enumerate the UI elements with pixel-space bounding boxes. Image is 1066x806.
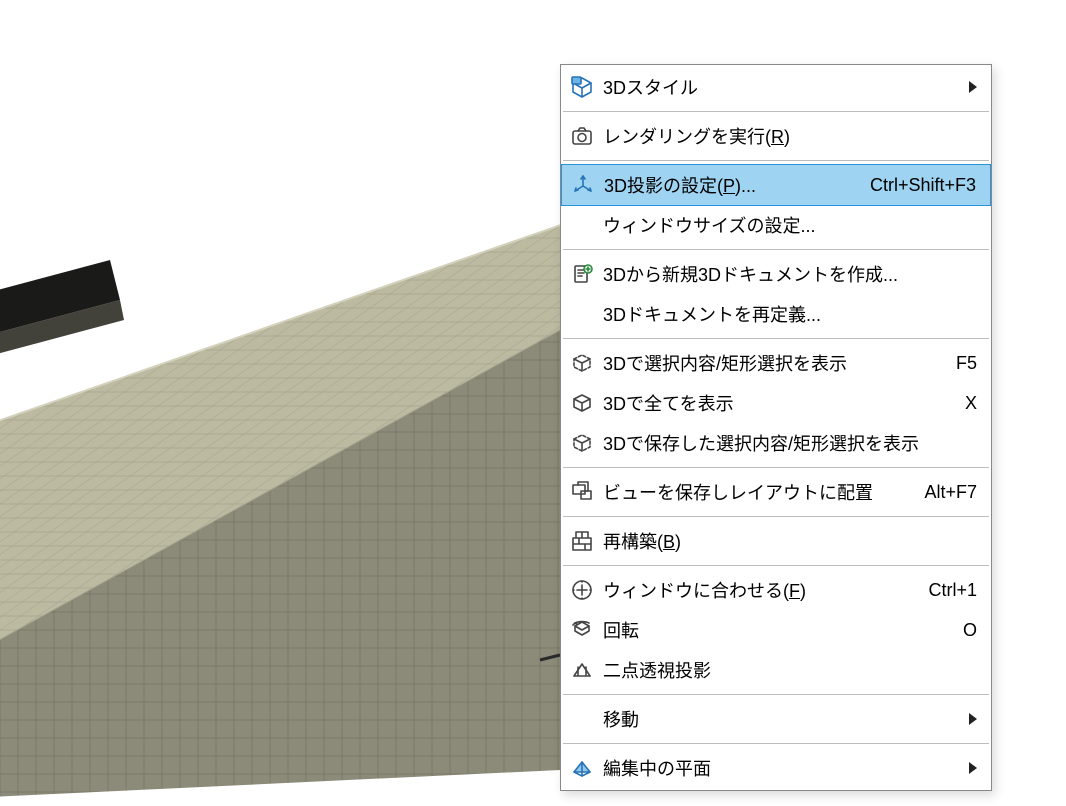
menu-item-showall[interactable]: 3Dで全てを表示X <box>561 383 991 423</box>
menu-item-shortcut: X <box>947 393 977 414</box>
menu-separator <box>563 516 989 517</box>
menu-item-style[interactable]: 3Dスタイル <box>561 67 991 107</box>
menu-item-label: 3Dドキュメントを再定義... <box>603 301 977 327</box>
menu-item-label: 二点透視投影 <box>603 657 977 683</box>
menu-separator <box>563 694 989 695</box>
menu-separator <box>563 467 989 468</box>
cube-icon <box>569 390 595 416</box>
menu-item-winsize[interactable]: ウィンドウサイズの設定... <box>561 205 991 245</box>
menu-item-label: 編集中の平面 <box>603 755 959 781</box>
layout-icon <box>569 479 595 505</box>
menu-item-label: 3Dから新規3Dドキュメントを作成... <box>603 261 977 287</box>
menu-item-redoc[interactable]: 3Dドキュメントを再定義... <box>561 294 991 334</box>
perspective-icon <box>569 657 595 683</box>
menu-item-proj[interactable]: 3D投影の設定(P)...Ctrl+Shift+F3 <box>561 164 991 206</box>
menu-separator <box>563 249 989 250</box>
bricks-icon <box>569 528 595 554</box>
menu-item-rebuild[interactable]: 再構築(B) <box>561 521 991 561</box>
menu-item-label: 3Dスタイル <box>603 74 959 100</box>
menu-separator <box>563 160 989 161</box>
menu-item-shortcut: O <box>945 620 977 641</box>
menu-item-shortcut: Alt+F7 <box>906 482 977 503</box>
menu-item-label: ビューを保存しレイアウトに配置 <box>603 479 906 505</box>
menu-item-label: 再構築(B) <box>603 528 977 554</box>
menu-item-newdoc[interactable]: 3Dから新規3Dドキュメントを作成... <box>561 254 991 294</box>
menu-separator <box>563 565 989 566</box>
menu-item-label: 3Dで全てを表示 <box>603 390 947 416</box>
doc-plus-icon <box>569 261 595 287</box>
menu-item-saveview[interactable]: ビューを保存しレイアウトに配置Alt+F7 <box>561 472 991 512</box>
menu-item-label: 3D投影の設定(P)... <box>604 172 852 198</box>
context-menu: 3Dスタイルレンダリングを実行(R) 3D投影の設定(P)...Ctrl+Shif… <box>560 64 992 791</box>
menu-item-label: 移動 <box>603 706 959 732</box>
menu-item-render[interactable]: レンダリングを実行(R) <box>561 116 991 156</box>
menu-item-showsaved[interactable]: 3Dで保存した選択内容/矩形選択を表示 <box>561 423 991 463</box>
menu-item-twopoint[interactable]: 二点透視投影 <box>561 650 991 690</box>
menu-item-label: 3Dで選択内容/矩形選択を表示 <box>603 350 938 376</box>
submenu-arrow-icon <box>969 77 977 98</box>
camera-icon <box>569 123 595 149</box>
menu-item-shortcut: Ctrl+1 <box>910 580 977 601</box>
menu-item-label: 回転 <box>603 617 945 643</box>
menu-item-label: 3Dで保存した選択内容/矩形選択を表示 <box>603 430 977 456</box>
blank-icon <box>569 706 595 732</box>
menu-item-shortcut: F5 <box>938 353 977 374</box>
blank-icon <box>569 301 595 327</box>
cube-dashed-icon <box>569 350 595 376</box>
menu-item-showsel[interactable]: 3Dで選択内容/矩形選択を表示F5 <box>561 343 991 383</box>
axes-icon <box>570 172 596 198</box>
menu-separator <box>563 743 989 744</box>
menu-item-label: レンダリングを実行(R) <box>603 123 977 149</box>
rotate-icon <box>569 617 595 643</box>
menu-item-label: ウィンドウサイズの設定... <box>603 212 977 238</box>
submenu-arrow-icon <box>969 709 977 730</box>
menu-item-shortcut: Ctrl+Shift+F3 <box>852 175 976 196</box>
menu-item-label: ウィンドウに合わせる(F) <box>603 577 910 603</box>
menu-separator <box>563 338 989 339</box>
plane-icon <box>569 755 595 781</box>
cube-box-icon <box>569 74 595 100</box>
menu-separator <box>563 111 989 112</box>
blank-icon <box>569 212 595 238</box>
submenu-arrow-icon <box>969 758 977 779</box>
menu-item-fitwin[interactable]: ウィンドウに合わせる(F)Ctrl+1 <box>561 570 991 610</box>
cube-dashed-icon <box>569 430 595 456</box>
menu-item-move[interactable]: 移動 <box>561 699 991 739</box>
menu-item-rotate[interactable]: 回転O <box>561 610 991 650</box>
menu-item-editplane[interactable]: 編集中の平面 <box>561 748 991 788</box>
fit-icon <box>569 577 595 603</box>
